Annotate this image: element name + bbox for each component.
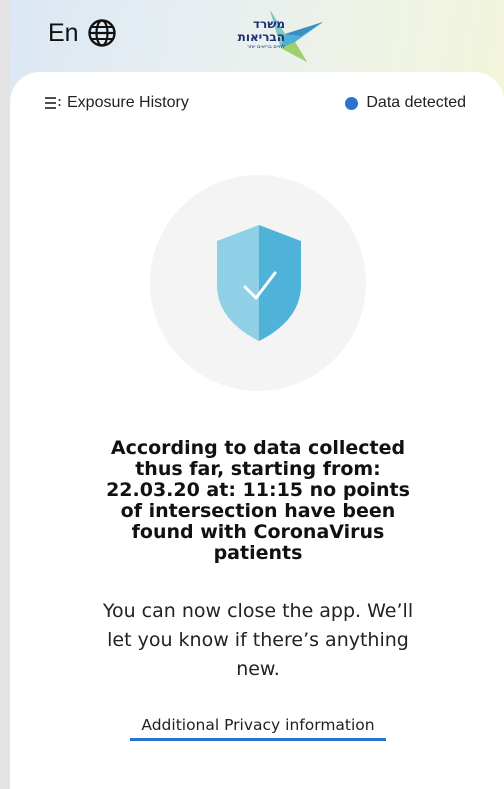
privacy-info-link[interactable]: Additional Privacy information: [130, 716, 386, 741]
logo-line-2: הבריאות: [237, 30, 285, 44]
language-switch[interactable]: En: [48, 18, 117, 48]
logo-tagline: לחיים בריאים יותר: [246, 44, 285, 50]
shield-check-icon: [217, 225, 301, 341]
logo-text: משרד הבריאות לחיים בריאים יותר: [237, 18, 285, 51]
left-edge-strip: [0, 0, 10, 789]
globe-icon[interactable]: [87, 18, 117, 48]
exposure-history-menu-button[interactable]: Exposure History: [45, 94, 189, 112]
ministry-of-health-logo: משרד הבריאות לחיים בריאים יותר: [215, 6, 325, 64]
exposure-history-label[interactable]: Exposure History: [67, 94, 189, 112]
status-dot-icon: [345, 96, 359, 110]
shield-circle: [150, 175, 366, 391]
app-screen: En משרד הבריאות לחיים בריאים יותר Exposu…: [0, 0, 504, 789]
status-label: Data detected: [366, 94, 466, 111]
exposure-result-headline: According to data collected thus far, st…: [106, 437, 410, 564]
menu-icon[interactable]: [45, 96, 61, 110]
close-app-message: You can now close the app. We’ll let you…: [102, 600, 414, 680]
data-status-indicator: Data detected: [345, 94, 466, 112]
language-label[interactable]: En: [48, 19, 79, 48]
topbar: Exposure History Data detected: [10, 94, 504, 124]
main-card: Exposure History Data detected According…: [10, 72, 504, 789]
